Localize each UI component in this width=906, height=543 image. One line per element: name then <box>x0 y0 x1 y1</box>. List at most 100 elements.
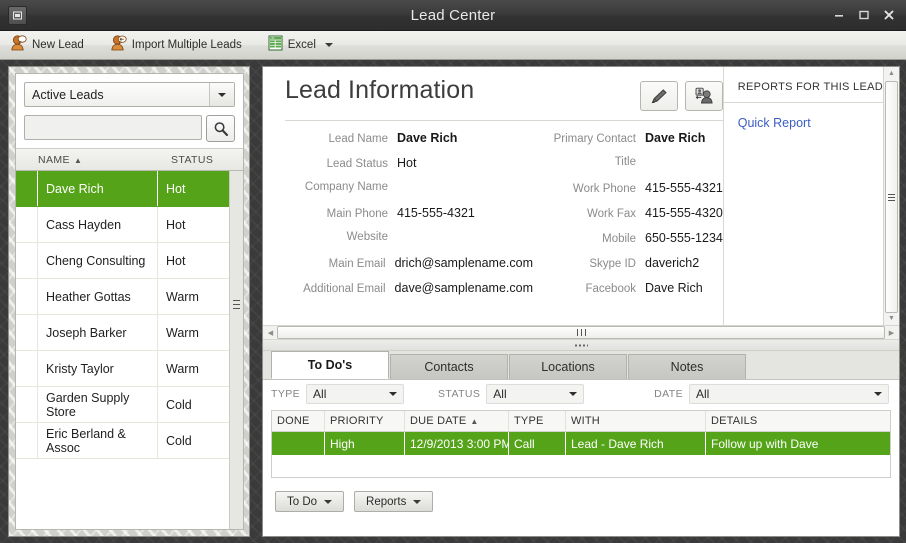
maximize-icon[interactable] <box>858 9 870 21</box>
lead-field-value: Dave Rich <box>645 281 703 295</box>
todo-column-label: WITH <box>571 415 600 427</box>
todo-column-header-priority[interactable]: PRIORITY <box>325 411 405 431</box>
window-body: Active Leads NAME ▲ STATUS Dave Rich Hot… <box>0 60 906 543</box>
new-lead-button[interactable]: New Lead <box>10 34 84 56</box>
lead-field-label: Main Email <box>328 258 386 270</box>
search-button[interactable] <box>206 115 235 142</box>
lead-field-row: Work Fax 415-555-4320 <box>533 206 723 231</box>
horizontal-splitter[interactable] <box>263 340 899 351</box>
lead-field-label: Website <box>346 231 388 243</box>
tab-contacts[interactable]: Contacts <box>390 354 508 379</box>
active-leads-dropdown[interactable]: Active Leads <box>24 82 235 107</box>
scrollbar-grip-icon <box>888 193 895 201</box>
lead-field-label: Lead Name <box>328 133 388 145</box>
todo-cell-done <box>272 432 325 455</box>
lead-list-filters: Active Leads <box>16 74 243 148</box>
lead-list-item[interactable]: Dave Rich Hot <box>16 171 229 207</box>
lead-field-row: Main Email drich@samplename.com <box>285 256 533 281</box>
filter-dropdown[interactable]: All <box>689 384 889 404</box>
reports-panel: REPORTS FOR THIS LEAD Quick Report <box>722 67 883 325</box>
close-icon[interactable] <box>883 9 895 21</box>
detail-scroll-track[interactable] <box>884 80 899 313</box>
hscroll-thumb[interactable] <box>277 326 885 339</box>
detail-horizontal-scrollbar[interactable]: ◀ ▶ <box>263 325 899 340</box>
sort-asc-icon: ▲ <box>73 155 83 165</box>
import-multiple-leads-button[interactable]: Import Multiple Leads <box>110 34 242 56</box>
lead-list-item[interactable]: Garden Supply Store Cold <box>16 387 229 423</box>
todo-table-row[interactable]: High 12/9/2013 3:00 PM Call Lead - Dave Ric… <box>272 432 890 455</box>
chevron-down-icon[interactable] <box>324 43 333 47</box>
edit-lead-button[interactable] <box>639 81 678 111</box>
reports-header: REPORTS FOR THIS LEAD <box>737 81 883 93</box>
scroll-down-icon[interactable]: ▼ <box>888 312 895 325</box>
column-header-name[interactable]: NAME ▲ <box>38 154 171 166</box>
scrollbar-thumb[interactable] <box>232 171 241 300</box>
scrollbar-track-lower[interactable] <box>232 401 241 530</box>
tab-content-todos: TYPE All STATUS All DATE All DONE PRIORITY DUE … <box>263 380 899 536</box>
chevron-down-icon[interactable] <box>209 83 234 106</box>
todo-filter-row: TYPE All STATUS All DATE All <box>263 380 899 408</box>
detail-vertical-scrollbar[interactable]: ▲ ▼ <box>883 67 899 325</box>
vertical-splitter[interactable] <box>250 66 262 537</box>
lead-action-buttons <box>639 77 723 111</box>
quick-report-link[interactable]: Quick Report <box>738 116 883 130</box>
tab-notes[interactable]: Notes <box>628 354 746 379</box>
todo-filter-date: DATE All <box>654 384 889 404</box>
excel-button[interactable]: XL Excel <box>268 35 333 56</box>
lead-row-name: Kristy Taylor <box>46 361 114 376</box>
import-multiple-leads-label: Import Multiple Leads <box>131 39 242 51</box>
import-leads-icon <box>110 34 127 56</box>
column-header-name-label: NAME <box>38 153 70 166</box>
chevron-down-icon[interactable] <box>383 392 403 396</box>
reports-button[interactable]: Reports <box>354 491 434 512</box>
minimize-icon[interactable] <box>833 9 845 21</box>
lead-list-scrollbar[interactable] <box>229 171 243 529</box>
chevron-down-icon[interactable] <box>563 392 583 396</box>
window-controls <box>833 9 906 21</box>
lead-list-item[interactable]: Kristy Taylor Warm <box>16 351 229 387</box>
lead-row-status: Cold <box>157 387 229 422</box>
scroll-right-icon[interactable]: ▶ <box>885 329 898 337</box>
lead-field-row: Title <box>533 156 723 181</box>
chevron-down-icon <box>324 499 333 504</box>
todo-filter-status: STATUS All <box>438 384 585 404</box>
tab-locations[interactable]: Locations <box>509 354 627 379</box>
todo-button-row: To Do Reports <box>263 478 899 512</box>
manage-contacts-button[interactable] <box>684 81 723 111</box>
filter-dropdown[interactable]: All <box>306 384 405 404</box>
todo-column-header-type[interactable]: TYPE <box>509 411 566 431</box>
filter-dropdown[interactable]: All <box>486 384 585 404</box>
lead-field-value: daverich2 <box>645 256 700 270</box>
excel-label: Excel <box>287 39 316 51</box>
lead-row-marker <box>16 243 38 278</box>
lead-list-item[interactable]: Cass Hayden Hot <box>16 207 229 243</box>
lead-list-item[interactable]: Heather Gottas Warm <box>16 279 229 315</box>
new-lead-label: New Lead <box>32 39 84 51</box>
main-toolbar: New Lead Import Multiple Leads XL Excel <box>0 31 906 60</box>
lead-list-item[interactable]: Joseph Barker Warm <box>16 315 229 351</box>
tab-label: Contacts <box>424 360 474 374</box>
to-do-button[interactable]: To Do <box>275 491 345 512</box>
todo-column-header-with[interactable]: WITH <box>566 411 706 431</box>
lead-field-value: Dave Rich <box>397 131 458 145</box>
scroll-up-icon[interactable]: ▲ <box>888 67 895 80</box>
detail-scroll-thumb[interactable] <box>885 81 898 313</box>
lead-row-name: Eric Berland & Assoc <box>46 426 126 455</box>
todo-column-header-due[interactable]: DUE DATE ▲ <box>405 411 509 431</box>
tab-to-do-s[interactable]: To Do's <box>271 351 389 379</box>
button-label: To Do <box>287 495 318 508</box>
search-input[interactable] <box>24 115 202 140</box>
scroll-left-icon[interactable]: ◀ <box>264 329 277 337</box>
chevron-down-icon[interactable] <box>868 392 888 396</box>
todo-column-header-done[interactable]: DONE <box>272 411 325 431</box>
todo-cell-type: Call <box>509 432 566 455</box>
lead-field-row: Website <box>285 231 533 256</box>
lead-list-item[interactable]: Cheng Consulting Hot <box>16 243 229 279</box>
lead-field-row: Primary Contact Dave Rich <box>533 131 723 156</box>
window-menu-icon[interactable] <box>8 5 27 25</box>
column-header-status[interactable]: STATUS <box>171 154 243 166</box>
todo-column-header-details[interactable]: DETAILS <box>706 411 890 431</box>
lead-row-status: Hot <box>157 207 229 242</box>
lead-list-item[interactable]: Eric Berland & Assoc Cold <box>16 423 229 459</box>
lead-field-row: Additional Email dave@samplename.com <box>285 281 533 306</box>
